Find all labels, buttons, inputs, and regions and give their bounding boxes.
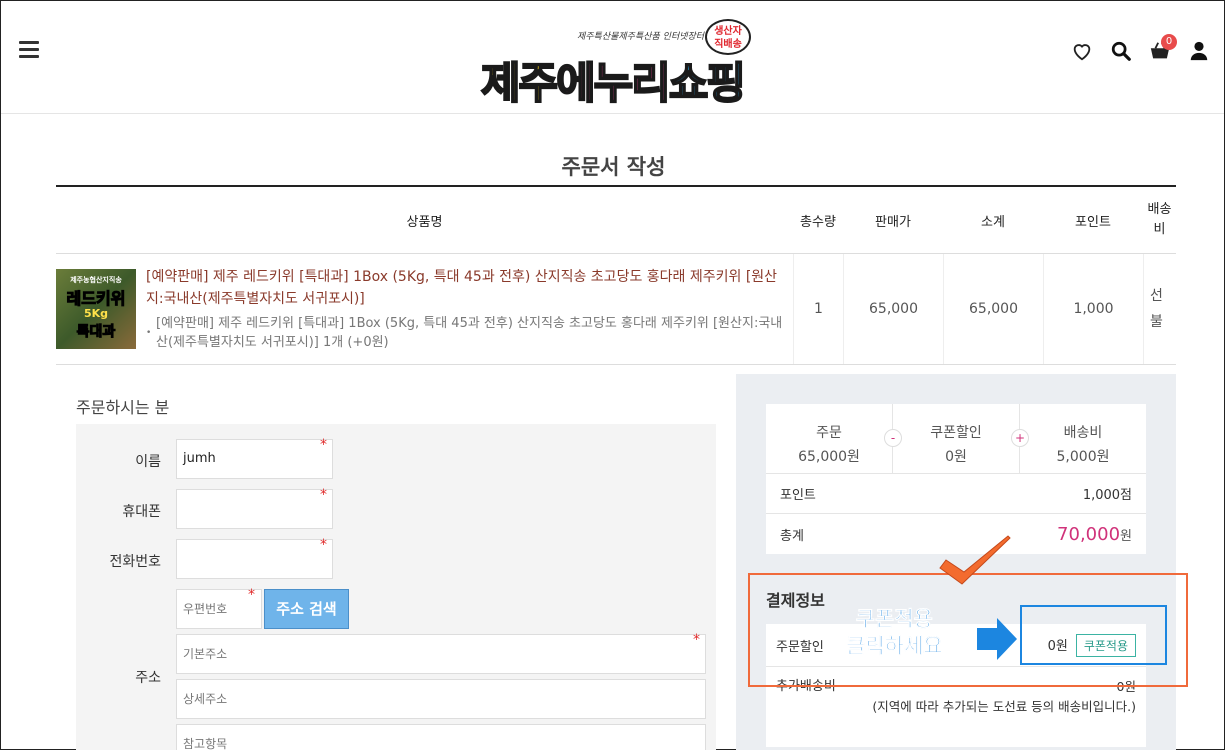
buyer-form: 이름 jumh * 휴대폰 * 전화번호 * 우편번호 * 주소 검색 주소 기… bbox=[76, 424, 716, 750]
buyer-section-title: 주문하시는 분 bbox=[76, 398, 170, 417]
address-detail-input[interactable]: 상세주소 bbox=[176, 679, 706, 719]
required-mark: * bbox=[693, 632, 700, 648]
col-price: 판매가 bbox=[875, 214, 911, 230]
site-logo[interactable]: 제주특산물제주특산품 인터넷장터 생산자 직배송 제주에누리쇼핑 bbox=[480, 15, 751, 110]
name-input[interactable]: jumh bbox=[176, 439, 333, 479]
point-cell: 1,000 bbox=[1043, 254, 1143, 364]
summary-card: 주문 65,000원 - 쿠폰할인 0원 + 배송비 5,000원 포인트 1,0… bbox=[766, 404, 1146, 554]
arrow-right-icon bbox=[977, 618, 1017, 660]
logo-wordmark: 제주에누리쇼핑 bbox=[480, 58, 747, 110]
summary-point-row: 포인트 1,000점 bbox=[766, 474, 1146, 514]
summary-order: 주문 65,000원 bbox=[798, 425, 860, 465]
order-items-table: 상품명 총수량 판매가 소계 포인트 배송비 제주농협산지직송 레드키위 5Kg… bbox=[56, 185, 1176, 365]
summary-shipping: + 배송비 5,000원 bbox=[1011, 404, 1146, 473]
product-thumbnail[interactable]: 제주농협산지직송 레드키위 5Kg 특대과 bbox=[56, 269, 136, 349]
mobile-label: 휴대폰 bbox=[122, 504, 161, 520]
address-extra-input[interactable]: 참고항목 bbox=[176, 724, 706, 750]
col-shipping: 배송비 bbox=[1147, 202, 1172, 237]
table-header: 상품명 총수량 판매가 소계 포인트 배송비 bbox=[56, 187, 1176, 254]
required-mark: * bbox=[320, 537, 327, 553]
summary-coupon: - 쿠폰할인 0원 bbox=[884, 404, 1019, 473]
product-option: • [예약판매] 제주 레드키위 [특대과] 1Box (5Kg, 특대 45과 … bbox=[146, 316, 783, 350]
cart-count-badge: 0 bbox=[1161, 34, 1177, 50]
cart-icon[interactable]: 0 bbox=[1149, 34, 1177, 62]
table-row: 제주농협산지직송 레드키위 5Kg 특대과 [예약판매] 제주 레드키위 [특대… bbox=[56, 254, 1176, 365]
minus-icon: - bbox=[884, 429, 902, 447]
subtotal-cell: 65,000 bbox=[943, 254, 1043, 364]
menu-icon[interactable] bbox=[19, 41, 39, 59]
qty-cell: 1 bbox=[793, 254, 843, 364]
required-mark: * bbox=[248, 587, 255, 603]
site-header: 제주특산물제주특산품 인터넷장터 생산자 직배송 제주에누리쇼핑 0 bbox=[1, 1, 1224, 114]
heart-icon[interactable] bbox=[1071, 40, 1093, 62]
name-label: 이름 bbox=[135, 454, 161, 470]
address-label: 주소 bbox=[135, 670, 161, 686]
mobile-input[interactable] bbox=[176, 489, 333, 529]
phone-label: 전화번호 bbox=[109, 554, 161, 570]
highlight-coupon-box bbox=[1020, 605, 1167, 665]
required-mark: * bbox=[320, 487, 327, 503]
product-cell: 제주농협산지직송 레드키위 5Kg 특대과 [예약판매] 제주 레드키위 [특대… bbox=[56, 254, 793, 364]
address-basic-input[interactable]: 기본주소 bbox=[176, 634, 706, 674]
header-actions: 0 bbox=[1071, 34, 1210, 63]
page-title: 주문서 작성 bbox=[561, 155, 666, 179]
total-amount: 70,000원 bbox=[1057, 523, 1132, 545]
phone-input[interactable] bbox=[176, 539, 333, 579]
plus-icon: + bbox=[1011, 429, 1029, 447]
product-name-link[interactable]: [예약판매] 제주 레드키위 [특대과] 1Box (5Kg, 특대 45과 전… bbox=[146, 266, 786, 310]
address-search-button[interactable]: 주소 검색 bbox=[264, 589, 349, 629]
user-icon[interactable] bbox=[1188, 40, 1210, 62]
required-mark: * bbox=[320, 437, 327, 453]
col-qty: 총수량 bbox=[800, 214, 836, 230]
check-mark-icon bbox=[939, 535, 1011, 585]
col-product-name: 상품명 bbox=[406, 214, 443, 230]
logo-tagline: 제주특산물제주특산품 인터넷장터 bbox=[577, 32, 705, 42]
col-point: 포인트 bbox=[1075, 214, 1111, 230]
col-subtotal: 소계 bbox=[981, 214, 1005, 230]
shipping-cell: 선불 bbox=[1143, 254, 1176, 364]
annotation-text: 쿠폰적용 클릭하세요 bbox=[846, 607, 943, 659]
search-icon[interactable] bbox=[1110, 40, 1132, 62]
price-cell: 65,000 bbox=[843, 254, 943, 364]
